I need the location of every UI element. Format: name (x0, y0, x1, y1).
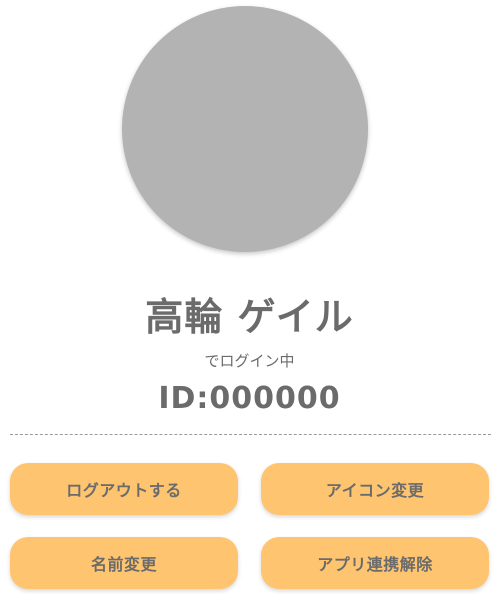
change-name-button-label: 名前変更 (90, 555, 157, 574)
unlink-app-button[interactable]: アプリ連携解除 (261, 537, 489, 589)
user-id: ID:000000 (158, 381, 341, 416)
logout-button-label: ログアウトする (66, 481, 182, 500)
divider (10, 434, 491, 435)
change-icon-button-label: アイコン変更 (325, 481, 425, 500)
unlink-app-button-label: アプリ連携解除 (317, 555, 433, 574)
logout-button[interactable]: ログアウトする (10, 463, 238, 515)
change-icon-button[interactable]: アイコン変更 (261, 463, 489, 515)
change-name-button[interactable]: 名前変更 (10, 537, 238, 589)
avatar (122, 6, 368, 252)
login-status: でログイン中 (204, 352, 295, 370)
user-name: 高輪 ゲイル (145, 295, 354, 339)
